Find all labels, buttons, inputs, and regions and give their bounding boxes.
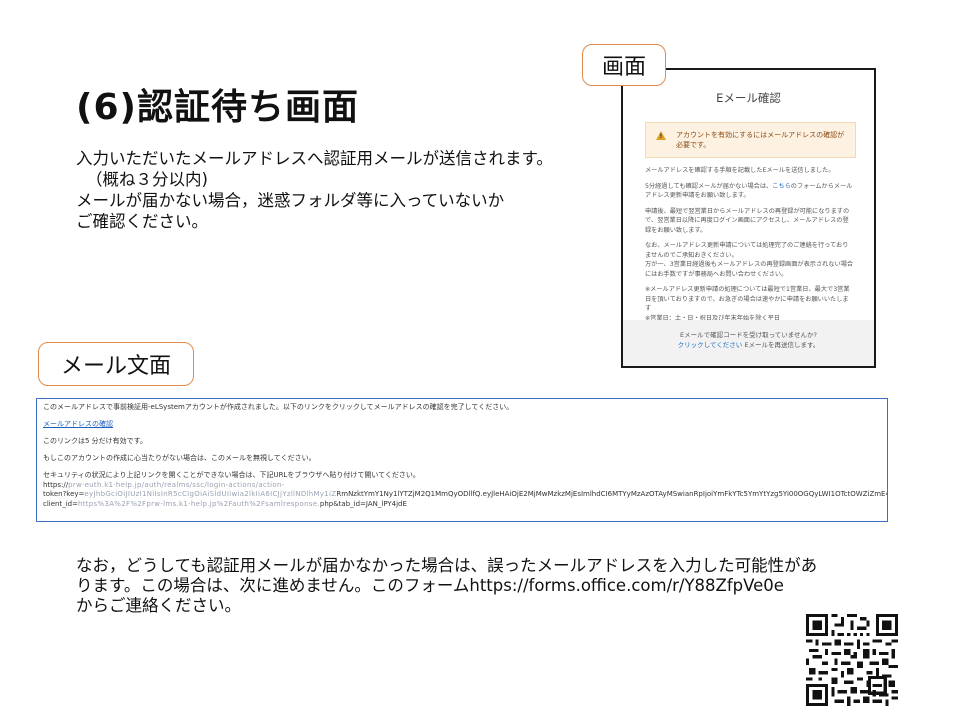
mail-url-line: client_id=https%3A%2F%2Fprw-lms.k1-help.…: [43, 500, 881, 510]
intro-text: 入力いただいたメールアドレスへ認証用メールが送信されます。 （概ね３分以内) メ…: [76, 148, 596, 232]
screen-text: 5分経過しても確認メールが届かない場合は、: [645, 182, 773, 190]
screen-para: ※メールアドレス更新申請の処理については最短で1営業日、最大で3営業日を頂いてお…: [645, 286, 850, 312]
email-verification-screenshot: Eメール確認 アカウントを有効にするにはメールアドレスの確認が必要です。 メール…: [621, 68, 876, 368]
alert-box: アカウントを有効にするにはメールアドレスの確認が必要です。: [645, 122, 856, 158]
intro-line: ご確認ください。: [76, 212, 208, 231]
url-blurred: https%3A%2F%2Fprw-lms.k1-help.jp%2Fauth%…: [77, 499, 320, 508]
note-text: なお，どうしても認証用メールが届かなかった場合は、誤ったメールアドレスを入力した…: [76, 556, 896, 616]
url-blurred: prw·euth.k1·help.jp/auth/realms/ssc/logi…: [68, 480, 285, 489]
url-text: php&tab_id=JAN_lPY4jdE: [319, 499, 407, 508]
url-text: RmNzktYmY1Ny1lYTZjM2Q1MmQyODllfQ.eyJleHA…: [336, 490, 887, 498]
verify-email-link[interactable]: メールアドレスの確認: [43, 420, 113, 428]
mail-line: セキュリティの状況により上記リンクを開くことができない場合は、下記URLをブラウ…: [43, 471, 420, 479]
screen-footer: Eメールで確認コードを受け取っていませんか? クリックしてください Eメールを再…: [623, 320, 874, 366]
note-line: ります。この場合は、次に進めません。このフォームhttps://forms.of…: [76, 576, 784, 595]
mail-url-line: https://prw·euth.k1·help.jp/auth/realms/…: [43, 481, 881, 491]
note-line: からご連絡ください。: [76, 596, 241, 615]
note-line: なお，どうしても認証用メールが届かなかった場合は、誤ったメールアドレスを入力した…: [76, 556, 818, 575]
screen-para: 5分経過しても確認メールが届かない場合は、こちらのフォームからメールアドレス更新…: [645, 182, 854, 201]
mail-line: このメールアドレスで事前検証用-eLSystemアカウントが作成されました。以下…: [43, 403, 514, 411]
screen-para: なお、メールアドレス更新申請については処理完了のご連絡を行っておりませんのでご承…: [645, 242, 849, 259]
mail-url-line: token?key=eyJhbGciOiJIUzI1NiIsInR5cCIgOi…: [43, 490, 887, 500]
intro-line: メールが届かない場合，迷惑フォルダ等に入っていないか: [76, 191, 505, 210]
form-link[interactable]: こちら: [772, 183, 791, 190]
screen-title: Eメール確認: [716, 91, 781, 105]
intro-line: 入力いただいたメールアドレスへ認証用メールが送信されます。: [76, 149, 553, 168]
label-screen: 画面: [582, 44, 666, 86]
url-text: token?key=: [43, 490, 85, 498]
mail-line: もしこのアカウントの作成に心当たりがない場合は、このメールを無視してください。: [43, 454, 316, 462]
footer-text: Eメールを再送信します。: [742, 341, 820, 349]
mail-line: このリンクは5 分だけ有効です。: [43, 437, 147, 445]
footer-line: Eメールで確認コードを受け取っていませんか?: [679, 331, 818, 339]
mail-body-screenshot: このメールアドレスで事前検証用-eLSystemアカウントが作成されました。以下…: [36, 398, 888, 522]
url-text: client_id=: [43, 499, 78, 508]
screen-body: メールアドレスを確認する手順を記載したEメールを送信しました。 5分経過しても確…: [623, 158, 874, 323]
footer-line: クリックしてください Eメールを再送信します。: [623, 340, 874, 350]
alert-text: アカウントを有効にするにはメールアドレスの確認が必要です。: [676, 131, 845, 149]
slide-title: (6)認証待ち画面: [76, 87, 359, 128]
screen-para: メールアドレスを確認する手順を記載したEメールを送信しました。: [645, 167, 835, 174]
intro-line: （概ね３分以内): [86, 170, 208, 189]
label-mail: メール文面: [38, 342, 194, 386]
url-blurred: eyJhbGciOiJIUzI1NiIsInR5cCIgOiAiSldUIiwi…: [84, 490, 337, 498]
qr-code[interactable]: [806, 614, 898, 706]
url-text: https://: [43, 480, 69, 489]
warning-icon: [656, 131, 666, 142]
resend-link[interactable]: クリックしてください: [678, 341, 743, 349]
screen-para: 申請後、最短で翌営業日からメールアドレスの再登録が可能になりますので、翌営業日以…: [645, 207, 850, 234]
screen-para: 万が一、3営業日経過後もメールアドレスの再登録画面が表示されない場合にはお手数で…: [645, 261, 854, 278]
